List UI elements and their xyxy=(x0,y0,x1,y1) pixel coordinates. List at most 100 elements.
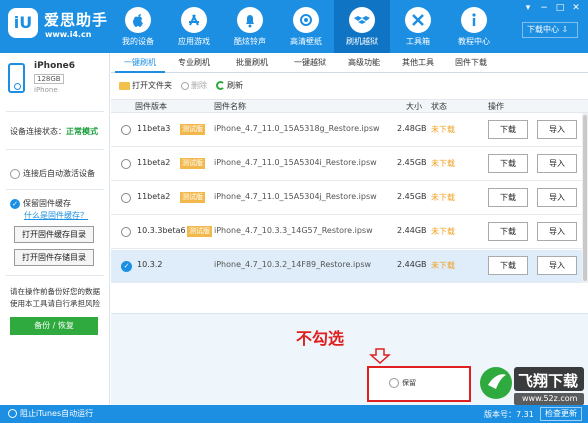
watermark-title: 飞翔下载 xyxy=(518,372,579,390)
nav-wallpapers[interactable]: 高清壁纸 xyxy=(278,0,334,53)
tab-one-click-flash[interactable]: 一键刷机 xyxy=(115,53,165,73)
folder-icon xyxy=(119,81,130,90)
apple-icon xyxy=(125,7,151,33)
table-row[interactable]: 11beta3 测试版 iPhone_4.7_11.0_15A5318g_Res… xyxy=(111,114,588,147)
download-button[interactable]: 下载 xyxy=(488,222,528,241)
tab-firmware-download[interactable]: 固件下载 xyxy=(446,53,496,73)
table-row[interactable]: 10.3.3beta6 测试版 iPhone_4.7_10.3.3_14G57_… xyxy=(111,216,588,249)
skin-icon[interactable]: ▾ xyxy=(522,3,534,13)
connection-status: 设备连接状态：正常模式 xyxy=(10,126,98,137)
table-scrollbar[interactable] xyxy=(582,113,588,283)
nav-my-device[interactable]: 我的设备 xyxy=(110,0,166,53)
download-button[interactable]: 下载 xyxy=(488,256,528,275)
firmware-size: 2.45GB xyxy=(397,158,427,167)
maximize-icon[interactable]: □ xyxy=(554,3,566,13)
tab-bar: 一键刷机 专业刷机 批量刷机 一键越狱 高级功能 其他工具 固件下载 xyxy=(111,53,588,73)
top-bar: iU 爱思助手 www.i4.cn 我的设备 应用游戏 酷炫铃声 高清壁纸 刷机… xyxy=(0,0,588,53)
import-button[interactable]: 导入 xyxy=(537,222,577,241)
tab-batch-flash[interactable]: 批量刷机 xyxy=(227,53,277,73)
main-panel: 一键刷机 专业刷机 批量刷机 一键越狱 高级功能 其他工具 固件下载 打开文件夹… xyxy=(111,53,588,405)
wallpaper-icon xyxy=(293,7,319,33)
firmware-size: 2.48GB xyxy=(397,124,427,133)
table-header: 固件版本 固件名称 大小 状态 操作 xyxy=(111,99,588,113)
divider xyxy=(6,111,104,112)
backup-restore-button[interactable]: 备份 / 恢复 xyxy=(10,317,98,335)
bell-icon xyxy=(237,7,263,33)
import-button[interactable]: 导入 xyxy=(537,188,577,207)
app-store-icon xyxy=(181,7,207,33)
nav-ringtones[interactable]: 酷炫铃声 xyxy=(222,0,278,53)
radio-icon xyxy=(10,168,20,179)
nav-tutorials[interactable]: 教程中心 xyxy=(446,0,502,53)
row-radio[interactable] xyxy=(121,125,131,135)
block-itunes-option[interactable]: 阻止iTunes自动运行 xyxy=(8,408,93,419)
firmware-status: 未下载 xyxy=(431,159,455,168)
nav-toolbox[interactable]: 工具箱 xyxy=(390,0,446,53)
table-row[interactable]: 11beta2 测试版 iPhone_4.7_11.0_15A5304j_Res… xyxy=(111,182,588,215)
keep-cache-option[interactable]: ✓ 保留固件缓存 xyxy=(10,198,71,209)
radio-icon xyxy=(389,378,399,388)
open-cache-dir-button[interactable]: 打开固件缓存目录 xyxy=(14,226,94,243)
import-button[interactable]: 导入 xyxy=(537,120,577,139)
download-button[interactable]: 下载 xyxy=(488,188,528,207)
beta-badge: 测试版 xyxy=(180,158,205,169)
download-center-label: 下载中心 xyxy=(527,25,559,34)
close-icon[interactable]: ✕ xyxy=(570,3,582,13)
row-radio[interactable] xyxy=(121,193,131,203)
delete-button[interactable]: 删除 xyxy=(181,80,207,91)
nav-label: 教程中心 xyxy=(458,37,490,46)
keep-data-label: 保留 xyxy=(402,379,416,387)
beta-badge: 测试版 xyxy=(180,124,205,135)
download-button[interactable]: 下载 xyxy=(488,120,528,139)
download-center-button[interactable]: 下载中心 ⇩ xyxy=(522,22,578,38)
tab-one-click-jailbreak[interactable]: 一键越狱 xyxy=(285,53,335,73)
tab-advanced[interactable]: 高级功能 xyxy=(339,53,389,73)
firmware-status: 未下载 xyxy=(431,193,455,202)
nav-flash-jailbreak[interactable]: 刷机越狱 xyxy=(334,0,390,53)
row-radio[interactable] xyxy=(121,159,131,169)
open-folder-button[interactable]: 打开文件夹 xyxy=(119,80,172,91)
radio-icon xyxy=(8,409,17,418)
table-row-selected[interactable]: ✓ 10.3.2 iPhone_4.7_10.3.2_14F89_Restore… xyxy=(111,250,588,283)
open-store-dir-button[interactable]: 打开固件存储目录 xyxy=(14,249,94,266)
down-arrow-icon xyxy=(369,348,391,364)
checked-icon: ✓ xyxy=(10,198,20,209)
firmware-version: 10.3.3beta6 xyxy=(137,226,186,235)
refresh-button[interactable]: 刷新 xyxy=(216,80,243,91)
nav-apps[interactable]: 应用游戏 xyxy=(166,0,222,53)
row-radio[interactable] xyxy=(121,227,131,237)
what-is-cache-link[interactable]: 什么是固件缓存？ xyxy=(24,210,88,221)
import-button[interactable]: 导入 xyxy=(537,154,577,173)
delete-label: 删除 xyxy=(191,81,207,90)
auto-activate-option[interactable]: 连接后自动激活设备 xyxy=(10,168,95,179)
delete-icon xyxy=(181,81,189,90)
download-arrow-icon: ⇩ xyxy=(561,25,569,34)
header-version: 固件版本 xyxy=(135,102,167,111)
import-button[interactable]: 导入 xyxy=(537,256,577,275)
watermark-logo: 飞翔下载 www.52z.com xyxy=(478,355,586,417)
download-button[interactable]: 下载 xyxy=(488,154,528,173)
table-row[interactable]: 11beta2 测试版 iPhone_4.7_11.0_15A5304i_Res… xyxy=(111,148,588,181)
info-icon xyxy=(461,7,487,33)
scrollbar-thumb[interactable] xyxy=(583,115,587,281)
auto-activate-label: 连接后自动激活设备 xyxy=(23,169,95,178)
firmware-status: 未下载 xyxy=(431,125,455,134)
connection-status-value: 正常模式 xyxy=(66,127,98,136)
app-url: www.i4.cn xyxy=(45,30,92,39)
tab-pro-flash[interactable]: 专业刷机 xyxy=(169,53,219,73)
open-folder-label: 打开文件夹 xyxy=(132,81,172,90)
refresh-label: 刷新 xyxy=(227,81,243,90)
app-logo[interactable]: iU 爱思助手 www.i4.cn xyxy=(8,8,108,46)
beta-badge: 测试版 xyxy=(187,226,212,237)
keep-data-option[interactable]: 保留 xyxy=(389,378,416,388)
row-checked-icon[interactable]: ✓ xyxy=(121,261,132,272)
nav-label: 工具箱 xyxy=(406,37,430,46)
annotation-text: 不勾选 xyxy=(296,329,345,348)
divider xyxy=(6,189,104,190)
header-size: 大小 xyxy=(406,102,422,111)
firmware-name: iPhone_4.7_11.0_15A5304j_Restore.ipsw xyxy=(214,192,377,201)
nav-label: 应用游戏 xyxy=(178,37,210,46)
device-capacity: 128GB xyxy=(34,74,64,84)
tab-other-tools[interactable]: 其他工具 xyxy=(393,53,443,73)
minimize-icon[interactable]: − xyxy=(538,3,550,13)
